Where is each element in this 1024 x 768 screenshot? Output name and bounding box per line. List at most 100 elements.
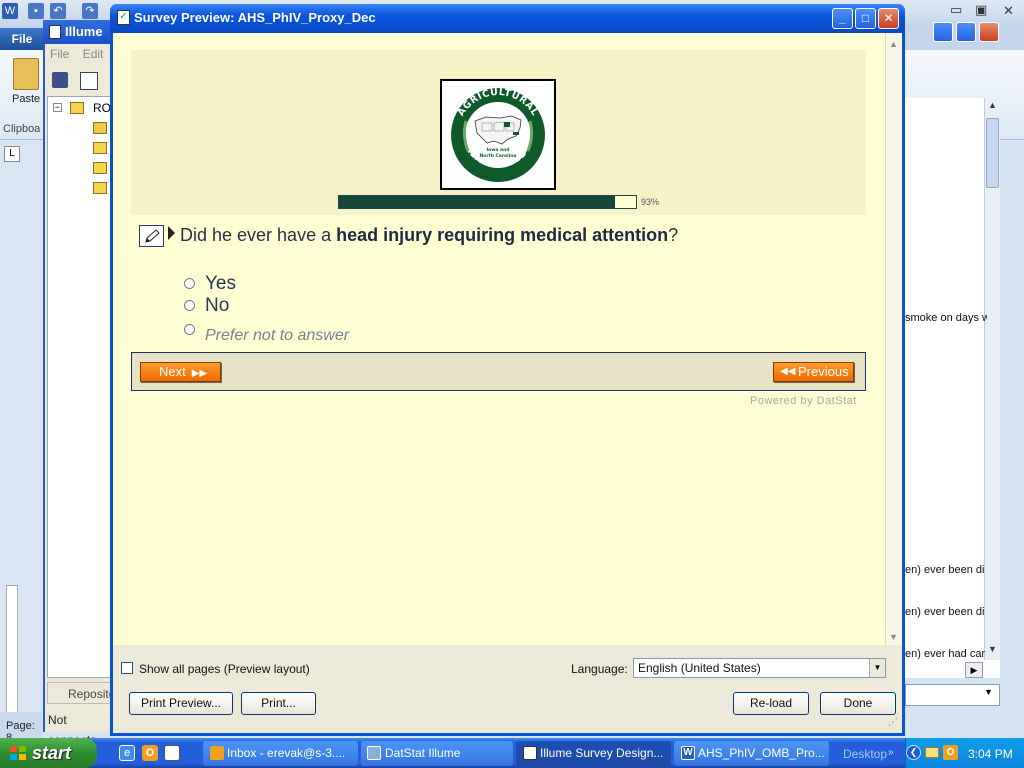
done-button[interactable]: Done [820, 692, 896, 715]
radio-yes[interactable] [184, 278, 195, 289]
word-left-ruler: L [0, 140, 42, 740]
question-text: Did he ever have a head injury requiring… [180, 225, 679, 245]
illume-app-icon [367, 746, 381, 760]
tree-root-label[interactable]: RO [93, 101, 111, 115]
paste-icon[interactable] [13, 58, 39, 90]
dialog-minimize-button[interactable]: _ [832, 8, 853, 29]
print-button[interactable]: Print... [241, 692, 316, 715]
outlook-icon [210, 746, 224, 760]
scroll-down-icon[interactable]: ▼ [885, 630, 902, 644]
clock: 3:04 PM [968, 747, 1013, 761]
dialog-maximize-button[interactable]: □ [855, 8, 876, 29]
word-scroll-up-icon[interactable]: ▲ [986, 100, 999, 114]
tree-page-icon[interactable] [93, 122, 107, 134]
word-doc-line: smoke on days w [905, 312, 987, 324]
next-label: Next [159, 364, 186, 379]
desktop-toolbar-label[interactable]: Desktop [843, 747, 887, 761]
word-doc-line: en) ever been di [905, 606, 985, 618]
radio-prefer-not[interactable] [184, 324, 195, 335]
paste-label[interactable]: Paste [12, 93, 40, 105]
reload-button[interactable]: Re-load [733, 692, 809, 715]
tree-question-icon[interactable] [93, 182, 107, 194]
internet-explorer-icon[interactable]: e [119, 745, 135, 761]
study-logo: AGRICULTURAL HEALTH STUDY Iowa and North… [440, 79, 556, 190]
mail-icon[interactable] [925, 747, 939, 758]
toolbar-expand-icon[interactable]: » [888, 747, 894, 758]
word-app-icon[interactable]: W [2, 3, 18, 19]
powered-by-text: Powered by DatStat [750, 395, 857, 407]
word-app-close-icon[interactable]: ✕ [1003, 3, 1014, 19]
outlook-tray-icon[interactable]: O [943, 745, 958, 760]
previous-label: Previous [798, 364, 849, 379]
tree-question-icon[interactable] [93, 142, 107, 154]
word-scroll-thumb[interactable] [986, 118, 999, 188]
word-close-button[interactable] [979, 22, 999, 42]
survey-preview-icon [523, 746, 537, 760]
word-icon: W [681, 746, 695, 760]
task-datstat-illume[interactable]: DatStat Illume [361, 741, 513, 766]
print-preview-button[interactable]: Print Preview... [129, 692, 233, 715]
previous-button[interactable]: ◀◀ Previous [773, 362, 854, 382]
word-ribbon-restore-icon[interactable]: ▣ [975, 2, 987, 18]
tree-collapse-icon[interactable]: − [53, 103, 62, 112]
scroll-up-icon[interactable]: ▲ [885, 37, 902, 51]
dialog-title: Survey Preview: AHS_PhIV_Proxy_Dec [134, 10, 376, 25]
word-scroll-right-icon[interactable]: ▶ [965, 662, 983, 678]
option-no-label[interactable]: No [205, 295, 229, 317]
resize-grip-icon[interactable]: ⋰ [888, 718, 900, 730]
task-word-document[interactable]: AHS_PhIV_OMB_Pro... [674, 741, 829, 766]
edit-question-button[interactable] [139, 225, 164, 247]
language-label: Language: [571, 662, 628, 676]
show-all-pages-checkbox[interactable] [121, 662, 133, 674]
folder-icon [70, 102, 84, 114]
save-icon[interactable]: ▪ [28, 3, 44, 19]
progress-percent-text: 93% [641, 197, 660, 207]
word-scroll-down-icon[interactable]: ▼ [986, 644, 999, 658]
ahs-seal-icon: AGRICULTURAL HEALTH STUDY Iowa and North… [451, 87, 545, 182]
file-tab[interactable]: File [0, 28, 44, 50]
illume-tree-view: − RO [47, 96, 112, 678]
dialog-app-icon: ✓ [117, 10, 130, 25]
current-question-arrow-icon [168, 226, 175, 240]
word-maximize-button[interactable] [956, 22, 976, 42]
word-doc-line: en) ever had car [905, 648, 986, 660]
illume-save-icon[interactable] [52, 72, 68, 88]
illume-status-text: Not connecte [48, 713, 97, 747]
word-status-page: Page: 8 [0, 712, 42, 744]
dialog-close-button[interactable]: ✕ [878, 8, 899, 29]
menu-file[interactable]: File [50, 47, 69, 61]
windows-flag-icon [10, 746, 26, 760]
repository-tab[interactable]: Reposito [47, 682, 115, 704]
survey-vertical-scrollbar[interactable] [885, 33, 902, 645]
task-inbox[interactable]: Inbox - erevak@s-3.... [203, 741, 358, 766]
tray-collapse-icon[interactable]: ❮ [906, 745, 921, 760]
chevron-down-icon[interactable]: ▼ [869, 659, 885, 677]
illume-menubar: File Edit [45, 44, 112, 64]
clipboard-group-label: Clipboa [3, 123, 41, 135]
word-ribbon-minimize-icon[interactable]: ▭ [950, 2, 962, 18]
option-yes-label[interactable]: Yes [205, 273, 236, 295]
next-button[interactable]: Next ▶▶ [140, 362, 221, 382]
menu-edit[interactable]: Edit [83, 47, 104, 61]
outlook-icon[interactable]: O [142, 745, 158, 761]
radio-no[interactable] [184, 300, 195, 311]
undo-icon[interactable]: ↶ [50, 3, 66, 19]
chevron-down-icon: ▼ [984, 687, 993, 697]
pencil-icon [145, 229, 160, 243]
vertical-ruler [6, 585, 18, 725]
tree-question-icon[interactable] [93, 162, 107, 174]
word-minimize-button[interactable] [933, 22, 953, 42]
logo-inner-line1: Iowa and [487, 147, 510, 153]
media-player-icon[interactable] [164, 745, 180, 761]
task-illume-survey-designer[interactable]: Illume Survey Design... [516, 741, 671, 766]
option-prefer-not-label[interactable]: Prefer not to answer [205, 327, 349, 345]
redo-icon[interactable]: ↷ [82, 3, 98, 19]
word-doc-line: en) ever been di [905, 564, 985, 576]
double-chevron-left-icon: ◀◀ [780, 366, 796, 377]
tab-stop-icon[interactable]: L [4, 146, 20, 162]
word-dropdown[interactable]: ▼ [905, 684, 1000, 706]
logo-inner-line2: North Carolina [480, 153, 517, 159]
progress-fill [339, 196, 615, 208]
language-select[interactable]: English (United States) [633, 658, 886, 678]
illume-check-icon[interactable] [80, 72, 98, 90]
